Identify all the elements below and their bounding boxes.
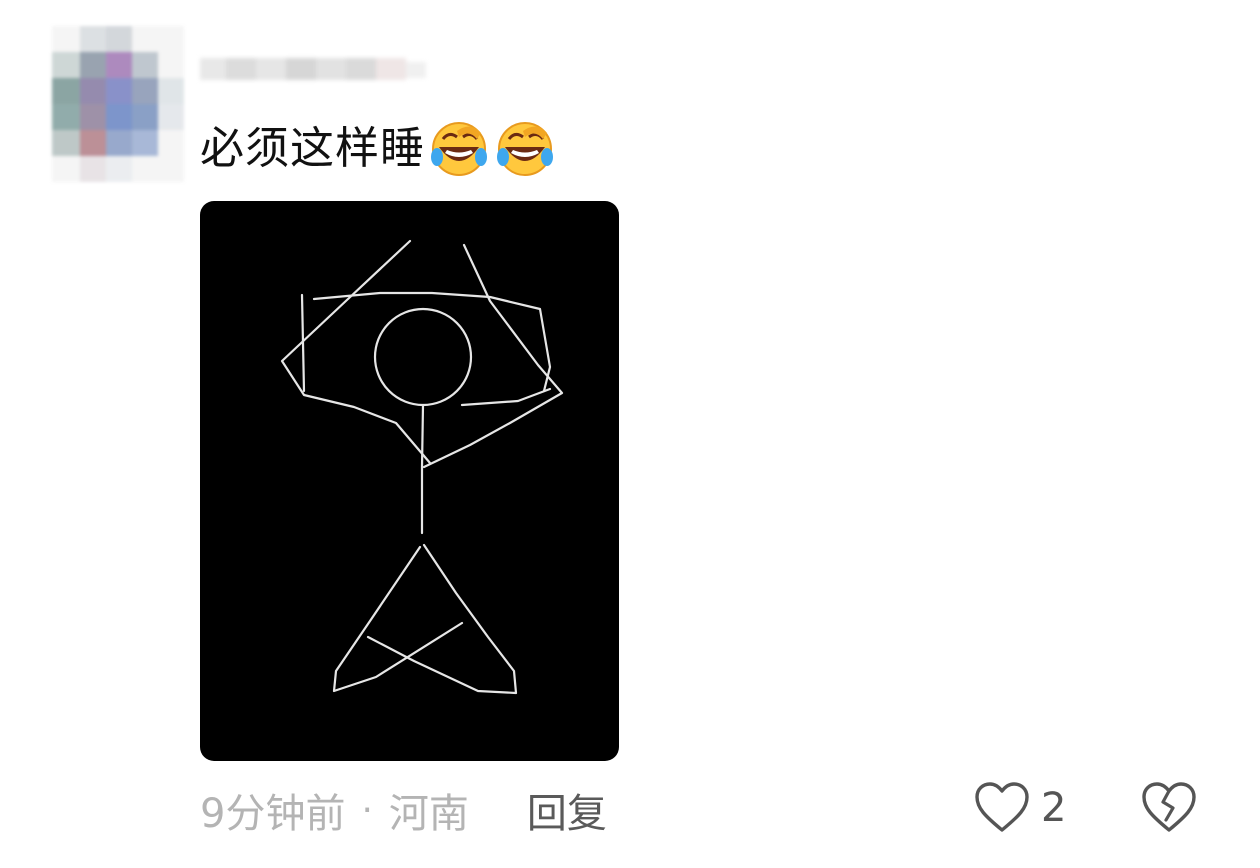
stick-figure-drawing <box>280 239 564 695</box>
comment-region: 河南 <box>388 791 469 837</box>
broken-heart-icon <box>1142 782 1196 832</box>
meta-separator: · <box>361 789 373 831</box>
like-button[interactable]: 2 <box>973 778 1066 838</box>
comment-image-attachment[interactable] <box>200 201 619 761</box>
dislike-button[interactable] <box>1140 780 1198 836</box>
laughing-crying-emoji-icon <box>493 117 557 181</box>
laughing-crying-emoji-icon <box>427 117 491 181</box>
comment-text: 必须这样睡 <box>200 123 425 174</box>
heart-outline-icon <box>975 782 1029 832</box>
comment-time: 9分钟前 <box>200 791 346 837</box>
username-blurred[interactable] <box>200 52 430 86</box>
avatar[interactable] <box>52 26 184 182</box>
comment-meta: 9分钟前 · 河南 回复 <box>200 780 607 840</box>
reply-button[interactable]: 回复 <box>527 781 607 839</box>
like-count: 2 <box>1041 785 1067 831</box>
comment-item: 必须这样睡 9分钟前 · 河南 回复 2 <box>0 0 1260 868</box>
comment-content: 必须这样睡 <box>200 118 557 180</box>
